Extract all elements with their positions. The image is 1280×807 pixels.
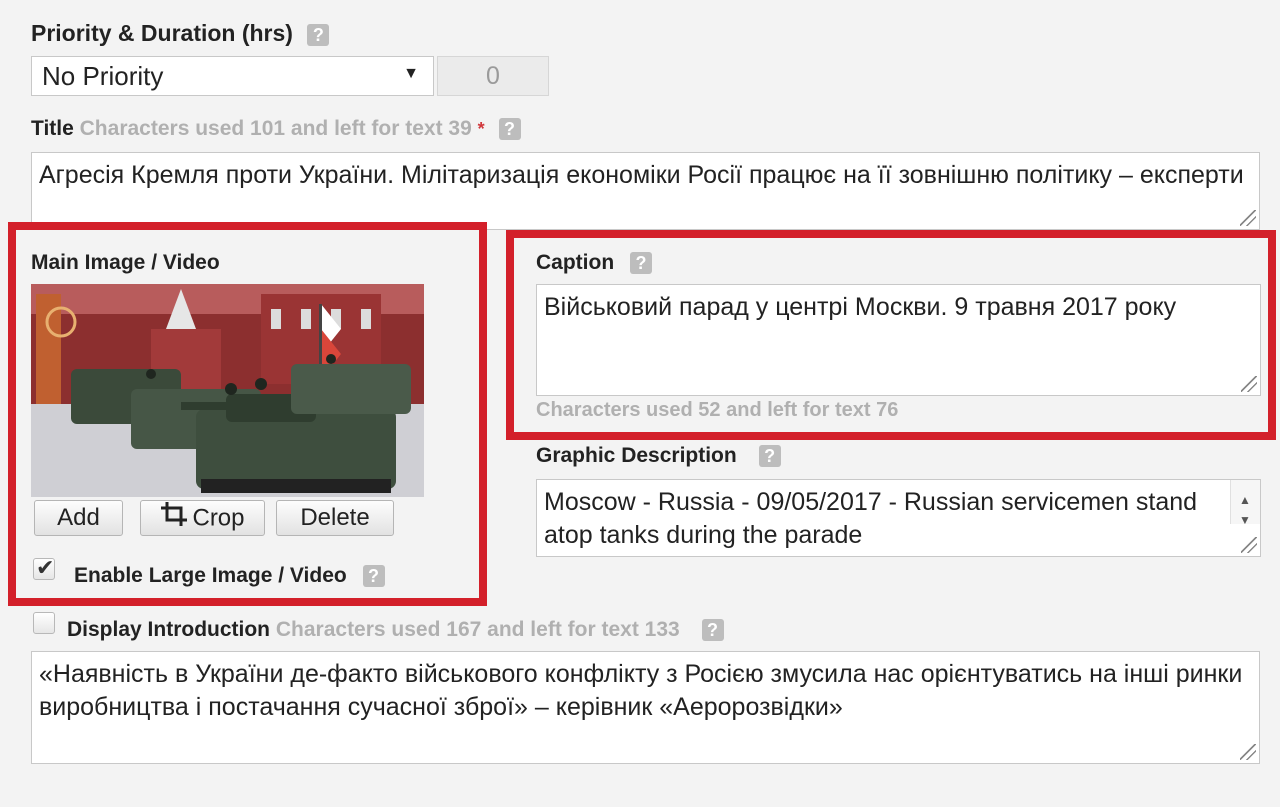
graphic-description-label-row: Graphic Description ? [536,444,781,468]
title-textarea[interactable]: Агресія Кремля проти України. Мілітариза… [31,152,1260,230]
enable-large-image-label: Enable Large Image / Video [74,564,347,587]
title-label: Title [31,117,74,140]
resize-handle-icon[interactable] [1240,210,1256,226]
help-icon[interactable]: ? [630,252,652,275]
priority-duration-label-text: Priority & Duration (hrs) [31,20,293,46]
enable-large-image-checkbox[interactable]: ✔ [33,555,55,580]
display-introduction-label: Display Introduction [67,618,271,641]
resize-handle-icon[interactable] [1241,537,1257,553]
caption-textarea[interactable]: Військовий парад у центрі Москви. 9 трав… [536,284,1261,396]
caption-label: Caption [536,251,615,274]
display-introduction-row: Display Introduction Characters used 167… [67,618,724,642]
help-icon[interactable]: ? [758,445,781,468]
help-icon[interactable]: ? [362,565,385,588]
caption-textarea-text: Військовий парад у центрі Москви. 9 трав… [544,293,1177,321]
crop-icon [160,501,188,537]
title-char-counter: Characters used 101 and left for text 39 [79,117,472,140]
introduction-char-counter: Characters used 167 and left for text 13… [275,618,680,641]
introduction-textarea[interactable]: «Наявність в України де-факто військовог… [31,651,1260,764]
title-textarea-text: Агресія Кремля проти України. Мілітариза… [39,161,1244,189]
help-icon[interactable]: ? [307,23,330,46]
priority-select-value: No Priority [42,61,164,91]
graphic-description-label: Graphic Description [536,444,737,467]
resize-handle-icon[interactable] [1241,376,1257,392]
enable-large-image-row: Enable Large Image / Video ? [74,564,385,588]
title-label-row: Title Characters used 101 and left for t… [31,117,521,141]
introduction-textarea-text: «Наявність в України де-факто військовог… [39,660,1243,721]
priority-duration-label: Priority & Duration (hrs) ? [31,20,330,47]
caption-label-row: Caption ? [536,251,652,275]
dropdown-arrow-icon: ▼ [403,65,419,82]
required-mark: * [477,119,485,139]
graphic-description-textarea[interactable]: Moscow - Russia - 09/05/2017 - Russian s… [536,479,1261,557]
scrollbar[interactable]: ▲ ▼ [1230,480,1260,527]
caption-char-counter: Characters used 52 and left for text 76 [536,399,899,421]
add-image-button[interactable]: Add [34,500,123,536]
resize-handle-icon[interactable] [1240,744,1256,760]
delete-image-button[interactable]: Delete [276,500,394,536]
help-icon[interactable]: ? [701,619,724,642]
checkmark-icon: ✔ [36,555,55,580]
display-introduction-checkbox[interactable] [33,612,55,634]
main-image-thumbnail [31,284,424,497]
parade-photo-illustration [31,284,424,497]
scroll-down-icon[interactable]: ▼ [1239,504,1251,537]
duration-input[interactable]: 0 [437,56,549,96]
crop-image-button[interactable]: Crop [140,500,265,536]
main-image-label: Main Image / Video [31,251,220,274]
help-icon[interactable]: ? [498,118,521,141]
graphic-description-textarea-text: Moscow - Russia - 09/05/2017 - Russian s… [544,488,1198,549]
priority-select[interactable]: No Priority ▼ [31,56,434,96]
crop-button-label: Crop [192,504,245,532]
